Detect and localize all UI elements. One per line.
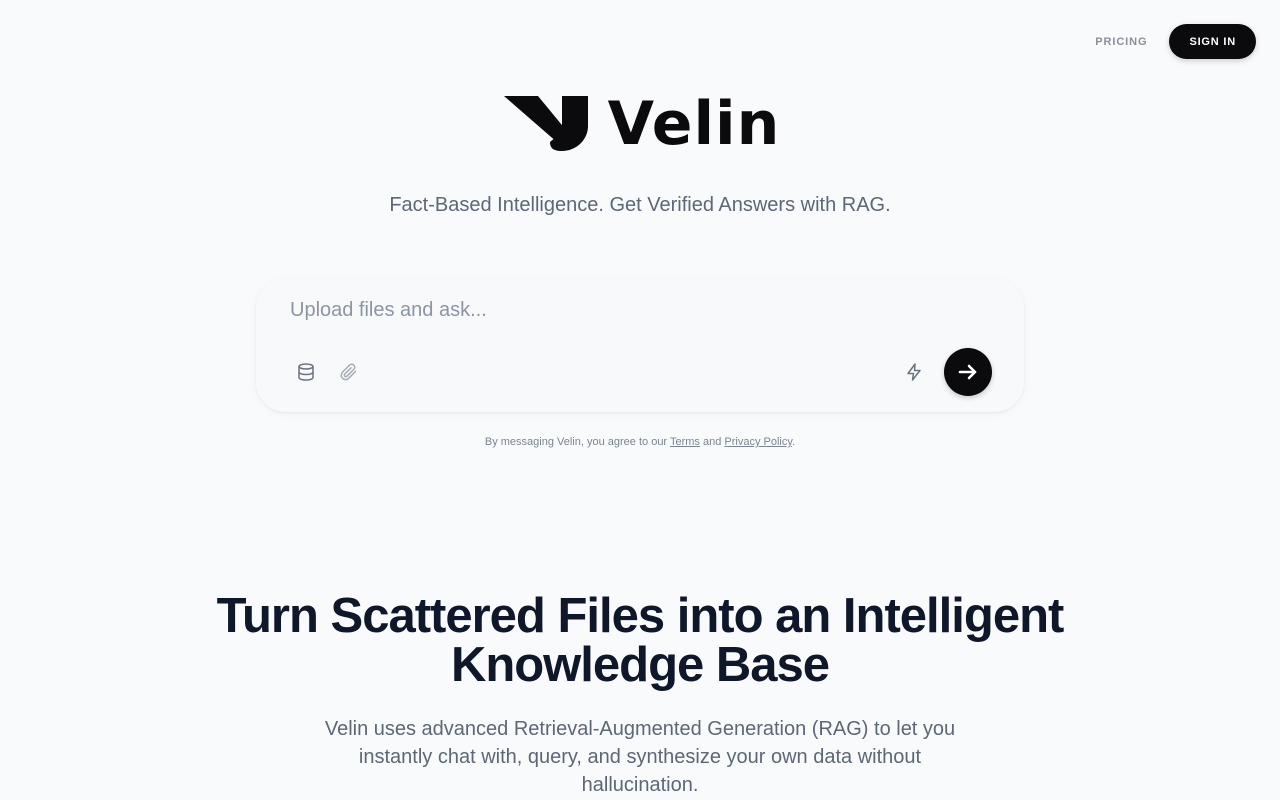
terms-conjunction: and — [702, 436, 722, 448]
sign-in-button[interactable]: SIGN IN — [1169, 24, 1256, 59]
privacy-policy-link[interactable]: Privacy Policy — [724, 436, 792, 448]
hero-headline-line-1: Turn Scattered Files into an Intelligent — [216, 589, 1065, 643]
arrow-right-icon — [958, 364, 977, 380]
knowledge-base-button[interactable] — [290, 356, 322, 388]
send-button[interactable] — [944, 348, 992, 396]
terms-notice: By messaging Velin, you agree to our Ter… — [0, 436, 1280, 448]
database-icon — [298, 363, 314, 381]
hero-description: Velin uses advanced Retrieval-Augmented … — [324, 718, 956, 796]
pricing-link[interactable]: PRICING — [1095, 36, 1147, 48]
attach-file-button[interactable] — [333, 356, 365, 388]
terms-prefix: By messaging Velin, you agree to our — [484, 436, 668, 448]
hero-headline-line-2: Knowledge Base — [450, 638, 830, 692]
chat-composer — [256, 278, 1024, 412]
lightning-bolt-icon — [907, 363, 921, 381]
hero-headline: Turn Scattered Files into an Intelligent… — [0, 592, 1280, 690]
fast-mode-button[interactable] — [898, 356, 930, 388]
tagline: Fact-Based Intelligence. Get Verified An… — [389, 194, 891, 216]
landing-page: PRICING SIGN IN Velin Fact-Based Intelli… — [0, 0, 1280, 800]
paperclip-icon — [340, 363, 357, 381]
top-nav: PRICING SIGN IN — [1095, 24, 1256, 59]
terms-suffix: . — [792, 436, 796, 448]
brand-name: Velin — [607, 89, 781, 159]
chat-input[interactable] — [288, 294, 988, 326]
terms-link[interactable]: Terms — [670, 436, 700, 448]
brand-logo: Velin — [0, 92, 1280, 154]
velin-logo-mark-icon — [503, 96, 588, 151]
